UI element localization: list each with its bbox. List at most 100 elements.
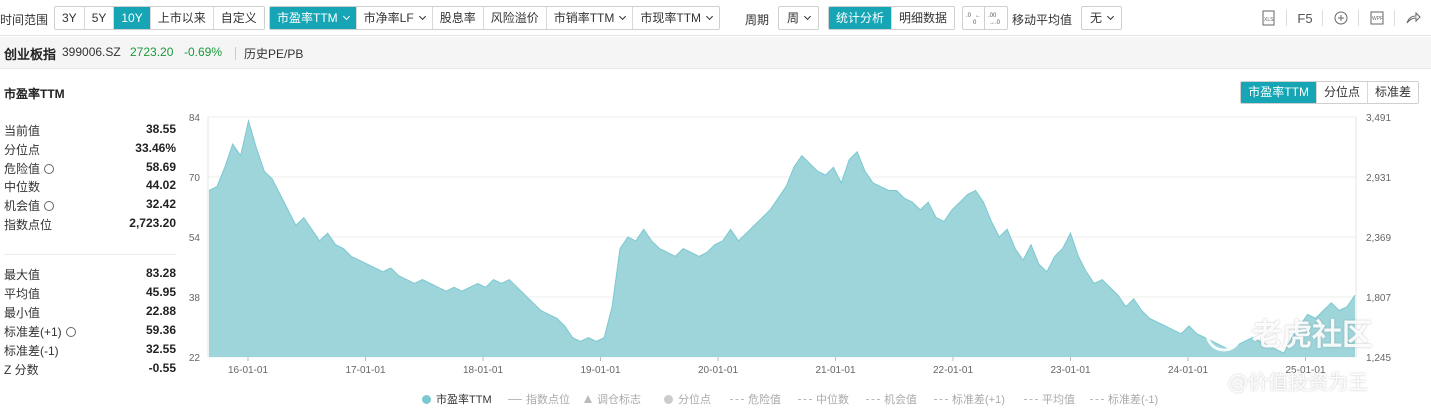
tab-std-dev[interactable]: 标准差 — [1367, 82, 1418, 103]
xls-icon: XLS — [1262, 10, 1275, 26]
stat-opportunity: 机会值 32.42 — [4, 197, 176, 215]
legend-item[interactable]: 指数点位 — [508, 391, 570, 407]
tab-percentile[interactable]: 分位点 — [1316, 82, 1368, 103]
legend-dash-icon — [730, 398, 744, 400]
legend-item[interactable]: 中位数 — [798, 391, 849, 407]
svg-text:.0: .0 — [966, 13, 972, 19]
stat-std-plus1: 标准差(+1) 59.36 — [4, 323, 176, 341]
stat-danger: 危险值 58.69 — [4, 160, 176, 178]
range-5y-button[interactable]: 5Y — [84, 7, 115, 29]
metric-dividend-button[interactable]: 股息率 — [432, 7, 484, 29]
y-left-tick-label: 70 — [189, 173, 201, 184]
legend-label: 市盈率TTM — [436, 394, 492, 406]
x-tick-label: 20-01-01 — [698, 365, 738, 376]
period-value: 周 — [787, 11, 800, 25]
refresh-f5-button[interactable]: F5 — [1288, 6, 1322, 30]
x-tick-label: 23-01-01 — [1050, 365, 1090, 376]
metric-ps-ttm-button[interactable]: 市销率TTM — [546, 7, 634, 29]
decimal-increase-icon: .00→.0 — [988, 13, 1001, 25]
legend-label: 标准差(-1) — [1108, 394, 1159, 406]
legend-item[interactable]: 标准差(-1) — [1090, 391, 1158, 407]
range-3y-button[interactable]: 3Y — [55, 7, 85, 29]
gear-icon[interactable] — [44, 201, 55, 211]
x-tick-label: 18-01-01 — [463, 365, 503, 376]
series-line-pe-ttm — [208, 118, 1356, 354]
range-custom-button[interactable]: 自定义 — [213, 7, 264, 29]
stat-label: Z 分数 — [4, 363, 39, 377]
ma-select[interactable]: 无 — [1081, 6, 1123, 30]
x-tick-label: 22-01-01 — [933, 365, 973, 376]
y-right-tick-label: 2,931 — [1366, 173, 1391, 184]
decimal-decrease-button[interactable]: .0 0 ← — [962, 6, 986, 30]
range-since-listing-button[interactable]: 上市以来 — [150, 7, 214, 29]
tab-pe-ttm[interactable]: 市盈率TTM — [1241, 82, 1317, 103]
chevron-down-icon — [418, 12, 426, 21]
stat-label: 标准差(+1) — [4, 325, 62, 339]
chevron-down-icon — [342, 12, 350, 21]
toolbar-divider — [1358, 10, 1359, 26]
panel-title: 市盈率TTM — [4, 87, 65, 101]
stat-label: 平均值 — [4, 287, 41, 301]
legend-item[interactable]: 标准差(+1) — [934, 391, 1005, 407]
x-tick-label: 17-01-01 — [345, 365, 385, 376]
legend-label: 危险值 — [748, 394, 781, 406]
stat-value: 32.55 — [145, 342, 176, 356]
legend-dash-icon — [798, 398, 812, 400]
metric-pe-ttm-label: 市盈率TTM — [277, 11, 338, 25]
stat-analysis-button[interactable]: 统计分析 — [829, 7, 893, 29]
toolbar: 时间范围 3Y 5Y 10Y 上市以来 自定义 市盈率TTM 市净率LF 股息率… — [0, 0, 1431, 36]
export-xls-button[interactable]: XLS — [1252, 6, 1286, 30]
legend-label: 中位数 — [816, 394, 849, 406]
svg-text:XLS: XLS — [1264, 17, 1274, 23]
legend-item[interactable]: 调仓标志 — [584, 391, 641, 407]
y-right-tick-label: 1,245 — [1366, 353, 1391, 364]
legend-dot-icon — [422, 394, 431, 404]
metric-ps-ttm-label: 市销率TTM — [553, 11, 615, 25]
metric-button-group: 市盈率TTM 市净率LF 股息率 风险溢价 市销率TTM 市现率TTM — [269, 6, 721, 30]
ma-value: 无 — [1090, 11, 1103, 25]
legend-triangle-icon — [584, 395, 592, 403]
metric-pe-ttm-button[interactable]: 市盈率TTM — [270, 7, 357, 29]
metric-pb-lf-button[interactable]: 市净率LF — [356, 7, 433, 29]
index-code: 399006.SZ — [62, 45, 121, 59]
stat-value: 45.95 — [145, 285, 176, 299]
x-tick-label: 19-01-01 — [580, 365, 620, 376]
period-select[interactable]: 周 — [778, 6, 820, 30]
toolbar-divider — [1286, 10, 1287, 26]
legend-dot-icon — [664, 394, 673, 404]
svg-text:WPF: WPF — [1372, 16, 1383, 22]
range-10y-button[interactable]: 10Y — [114, 7, 151, 29]
stat-value: 44.02 — [145, 178, 176, 192]
gear-icon[interactable] — [44, 164, 55, 174]
metric-pcf-ttm-button[interactable]: 市现率TTM — [633, 7, 720, 29]
metric-pb-lf-label: 市净率LF — [363, 11, 414, 25]
metric-risk-premium-button[interactable]: 风险溢价 — [483, 7, 547, 29]
stat-label: 机会值 — [4, 199, 41, 213]
legend-item[interactable]: 市盈率TTM — [422, 391, 492, 407]
plus-circle-icon — [1334, 11, 1348, 25]
watermark-brand: 老虎社区 — [1252, 318, 1372, 353]
decimal-increase-button[interactable]: .00 →.0 — [984, 6, 1008, 30]
series-area-pe-ttm — [209, 120, 1355, 358]
export-image-button[interactable]: WPF — [1360, 6, 1394, 30]
stat-value: 33.46% — [135, 141, 176, 155]
svg-text:0: 0 — [973, 20, 977, 25]
stat-label: 标准差(-1) — [4, 344, 59, 358]
stat-label: 指数点位 — [4, 218, 53, 232]
index-price: 2723.20 — [130, 45, 174, 59]
legend-item[interactable]: 危险值 — [730, 391, 781, 407]
legend-label: 机会值 — [884, 394, 917, 406]
stat-min: 最小值 22.88 — [4, 304, 176, 322]
gear-icon[interactable] — [65, 327, 76, 337]
share-button[interactable] — [1396, 6, 1430, 30]
detail-data-button[interactable]: 明细数据 — [892, 7, 955, 29]
y-left-tick-label: 22 — [189, 353, 201, 364]
legend-item[interactable]: 分位点 — [664, 391, 711, 407]
x-tick-label: 21-01-01 — [815, 365, 855, 376]
history-pe-pb-link[interactable]: 历史PE/PB — [244, 45, 303, 62]
stat-percentile: 分位点 33.46% — [4, 141, 176, 159]
add-button[interactable] — [1324, 6, 1358, 30]
toolbar-divider — [1394, 10, 1395, 26]
legend-item[interactable]: 机会值 — [866, 391, 917, 407]
legend-item[interactable]: 平均值 — [1024, 391, 1075, 407]
